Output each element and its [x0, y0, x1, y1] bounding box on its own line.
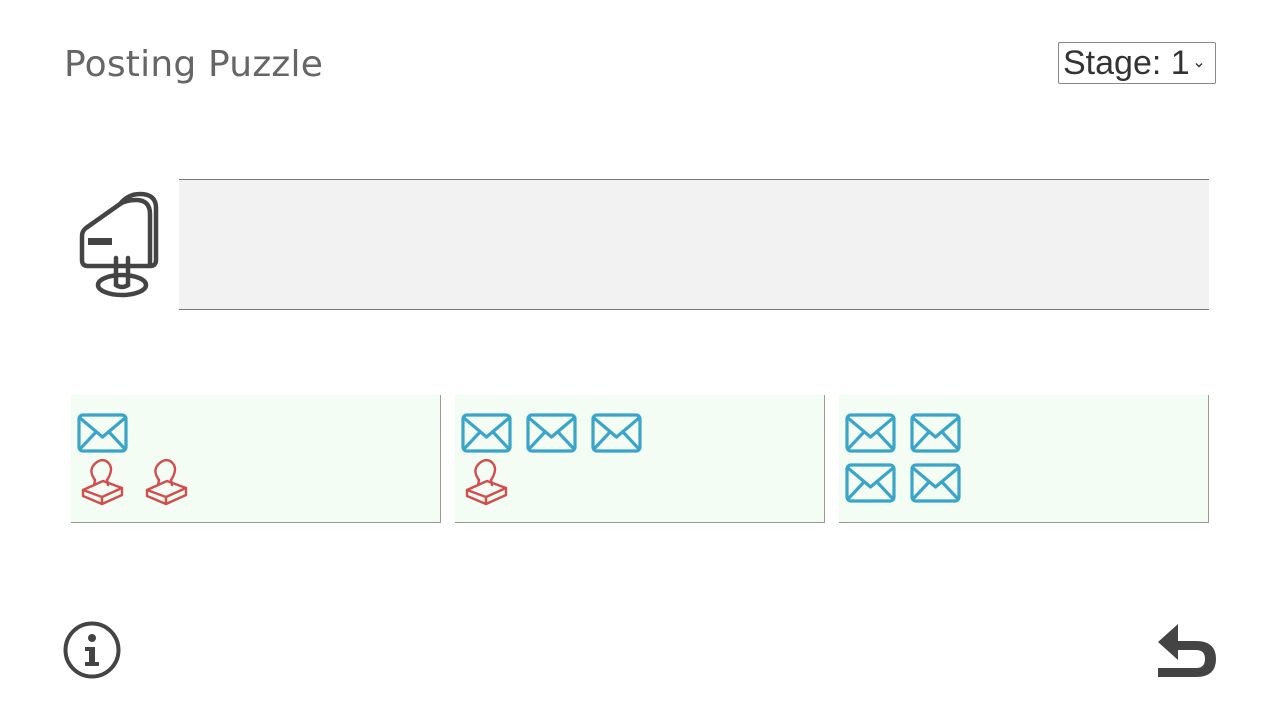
undo-icon[interactable]: [1156, 622, 1218, 678]
bundle-card[interactable]: [455, 395, 825, 523]
stamp-row: [77, 457, 191, 507]
stamp-icon: [465, 458, 508, 506]
envelope-icon: [77, 413, 128, 453]
stamp-icon: [81, 458, 124, 506]
envelope-row: [845, 463, 961, 503]
envelope-row: [845, 413, 961, 453]
post-slot[interactable]: [179, 179, 1209, 310]
bundle-card[interactable]: [839, 395, 1209, 523]
envelope-icon: [910, 463, 961, 503]
info-icon[interactable]: [63, 621, 121, 679]
envelope-icon: [910, 413, 961, 453]
envelope-icon: [591, 413, 642, 453]
stamp-icon: [145, 458, 188, 506]
envelope-icon: [845, 413, 896, 453]
chevron-down-icon: [1195, 63, 1203, 68]
stage-select-value: Stage: 1: [1063, 44, 1190, 82]
mailbox-icon: [79, 191, 159, 298]
envelope-row: [77, 413, 128, 453]
bundle-card[interactable]: [71, 395, 441, 523]
stage-select[interactable]: Stage: 1: [1058, 42, 1216, 84]
envelope-row: [461, 413, 642, 453]
envelope-icon: [461, 413, 512, 453]
envelope-icon: [845, 463, 896, 503]
game-screen: Posting Puzzle Stage: 1: [0, 0, 1280, 720]
stamp-row: [461, 457, 511, 507]
page-title: Posting Puzzle: [64, 44, 324, 85]
envelope-icon: [526, 413, 577, 453]
